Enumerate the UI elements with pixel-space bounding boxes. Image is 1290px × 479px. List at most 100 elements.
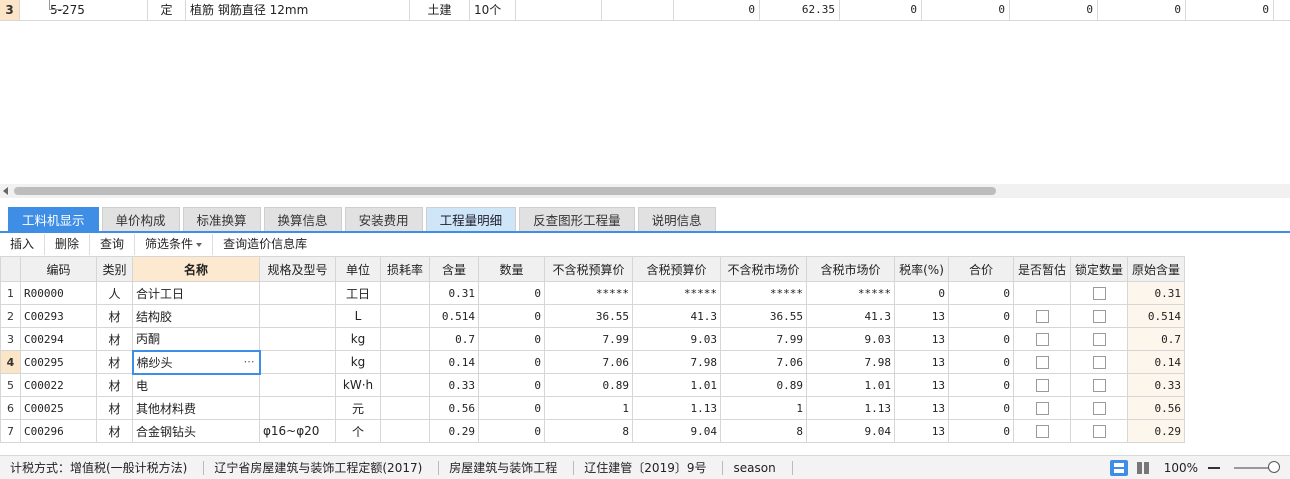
category-cell[interactable]: 材: [96, 419, 133, 443]
content-cell[interactable]: 0.514: [429, 304, 479, 328]
unit-cell[interactable]: 元: [335, 396, 381, 420]
list-view-icon[interactable]: [1109, 460, 1128, 476]
spec-cell[interactable]: [259, 281, 336, 305]
table-row[interactable]: 2 C00293 材结构胶 L 0.514 0 36.55 41.3 36.55 41.3 13 0 0…: [0, 304, 1185, 328]
name-cell[interactable]: 合金钢钻头: [132, 419, 260, 443]
code-cell[interactable]: C00294: [20, 327, 97, 351]
original-content-cell[interactable]: 0.14: [1127, 350, 1185, 374]
quantity-cell[interactable]: 0: [478, 396, 545, 420]
spec-cell[interactable]: [259, 350, 336, 374]
row-number[interactable]: 3: [0, 327, 21, 351]
market-price-excl-cell[interactable]: 7.06: [720, 350, 807, 374]
tab-description[interactable]: 说明信息: [637, 207, 716, 232]
market-price-excl-cell[interactable]: *****: [720, 281, 807, 305]
item-value[interactable]: 0: [674, 0, 760, 20]
table-row[interactable]: 3 C00294 材丙酮 kg 0.7 0 7.99 9.03 7.99 9.03 13 0 0.7: [0, 327, 1185, 351]
category-cell[interactable]: 材: [96, 350, 133, 374]
quantity-cell[interactable]: 0: [478, 419, 545, 443]
unit-cell[interactable]: 工日: [335, 281, 381, 305]
budget-price-incl-cell[interactable]: 9.04: [632, 419, 721, 443]
item-value[interactable]: 0: [840, 0, 922, 20]
market-price-excl-cell[interactable]: 1: [720, 396, 807, 420]
tab-graphic-quantity[interactable]: 反查图形工程量: [519, 207, 635, 232]
market-price-incl-cell[interactable]: 1.13: [806, 396, 895, 420]
loss-rate-cell[interactable]: [380, 281, 430, 305]
horizontal-scrollbar[interactable]: [0, 184, 1290, 198]
loss-rate-cell[interactable]: [380, 327, 430, 351]
row-number[interactable]: 4: [0, 350, 21, 374]
budget-price-incl-cell[interactable]: 1.13: [632, 396, 721, 420]
budget-price-incl-cell[interactable]: 1.01: [632, 373, 721, 397]
market-price-incl-cell[interactable]: *****: [806, 281, 895, 305]
content-cell[interactable]: 0.56: [429, 396, 479, 420]
total-cell[interactable]: 0: [948, 327, 1014, 351]
original-content-cell[interactable]: 0.7: [1127, 327, 1185, 351]
lock-checkbox[interactable]: [1092, 333, 1106, 346]
scroll-left-icon[interactable]: [3, 187, 8, 195]
lock-checkbox[interactable]: [1092, 425, 1106, 438]
spec-cell[interactable]: φ16~φ20: [259, 419, 336, 443]
table-row[interactable]: 5 C00022 材电 kW·h 0.33 0 0.89 1.01 0.89 1.01 13 0 0.3…: [0, 373, 1185, 397]
tax-rate-cell[interactable]: 13: [894, 419, 949, 443]
name-cell[interactable]: 其他材料费: [132, 396, 260, 420]
market-price-excl-cell[interactable]: 36.55: [720, 304, 807, 328]
code-cell[interactable]: C00293: [20, 304, 97, 328]
column-view-icon[interactable]: [1134, 460, 1152, 476]
lock-checkbox[interactable]: [1092, 402, 1106, 415]
budget-price-excl-cell[interactable]: 1: [544, 396, 633, 420]
header-budget-price-excl[interactable]: 不含税预算价: [544, 256, 633, 282]
original-content-cell[interactable]: 0.31: [1127, 281, 1185, 305]
item-unit[interactable]: 10个: [470, 0, 516, 20]
header-category[interactable]: 类别: [96, 256, 133, 282]
provisional-checkbox[interactable]: [1035, 333, 1049, 346]
header-quantity[interactable]: 数量: [478, 256, 545, 282]
budget-price-excl-cell[interactable]: 8: [544, 419, 633, 443]
table-row[interactable]: 6 C00025 材其他材料费元 0.56 0 1 1.13 1 1.13 13 0 0.56: [0, 396, 1185, 420]
row-number[interactable]: 7: [0, 419, 21, 443]
tax-rate-cell[interactable]: 0: [894, 281, 949, 305]
zoom-slider-knob[interactable]: [1268, 461, 1280, 473]
quantity-cell[interactable]: 0: [478, 350, 545, 374]
market-price-incl-cell[interactable]: 41.3: [806, 304, 895, 328]
code-cell[interactable]: R00000: [20, 281, 97, 305]
budget-price-excl-cell[interactable]: 0.89: [544, 373, 633, 397]
header-budget-price-incl[interactable]: 含税预算价: [632, 256, 721, 282]
item-name[interactable]: 植筋 钢筋直径 12mm: [186, 0, 410, 20]
quantity-cell[interactable]: 0: [478, 327, 545, 351]
item-type[interactable]: 定: [148, 0, 186, 20]
header-loss-rate[interactable]: 损耗率: [380, 256, 430, 282]
tab-unit-price[interactable]: 单价构成: [101, 207, 180, 232]
header-provisional[interactable]: 是否暂估: [1013, 256, 1071, 282]
market-price-excl-cell[interactable]: 7.99: [720, 327, 807, 351]
unit-cell[interactable]: L: [335, 304, 381, 328]
provisional-checkbox[interactable]: [1035, 425, 1049, 438]
code-cell[interactable]: C00296: [20, 419, 97, 443]
ellipsis-icon[interactable]: ⋯: [244, 355, 255, 368]
filter-dropdown[interactable]: 筛选条件: [135, 234, 214, 255]
budget-price-incl-cell[interactable]: 7.98: [632, 350, 721, 374]
tab-install-fee[interactable]: 安装费用: [344, 207, 423, 232]
original-content-cell[interactable]: 0.29: [1127, 419, 1185, 443]
header-tax-rate[interactable]: 税率(%): [894, 256, 949, 282]
name-cell[interactable]: 丙酮: [132, 327, 260, 351]
header-market-price-excl[interactable]: 不含税市场价: [720, 256, 807, 282]
lock-checkbox[interactable]: [1092, 379, 1106, 392]
spec-cell[interactable]: [259, 327, 336, 351]
item-value[interactable]: 0: [922, 0, 1010, 20]
header-name[interactable]: 名称: [132, 256, 260, 282]
header-lock-quantity[interactable]: 锁定数量: [1070, 256, 1128, 282]
provisional-checkbox[interactable]: [1035, 379, 1049, 392]
quantity-cell[interactable]: 0: [478, 281, 545, 305]
unit-cell[interactable]: 个: [335, 419, 381, 443]
budget-price-excl-cell[interactable]: 36.55: [544, 304, 633, 328]
original-content-cell[interactable]: 0.514: [1127, 304, 1185, 328]
tax-rate-cell[interactable]: 13: [894, 373, 949, 397]
category-cell[interactable]: 材: [96, 396, 133, 420]
header-total[interactable]: 合价: [948, 256, 1014, 282]
tax-rate-cell[interactable]: 13: [894, 327, 949, 351]
content-cell[interactable]: 0.31: [429, 281, 479, 305]
budget-price-incl-cell[interactable]: 9.03: [632, 327, 721, 351]
name-cell[interactable]: 棉纱头 ⋯: [131, 349, 261, 375]
original-content-cell[interactable]: 0.33: [1127, 373, 1185, 397]
item-value[interactable]: 62.35: [760, 0, 840, 20]
